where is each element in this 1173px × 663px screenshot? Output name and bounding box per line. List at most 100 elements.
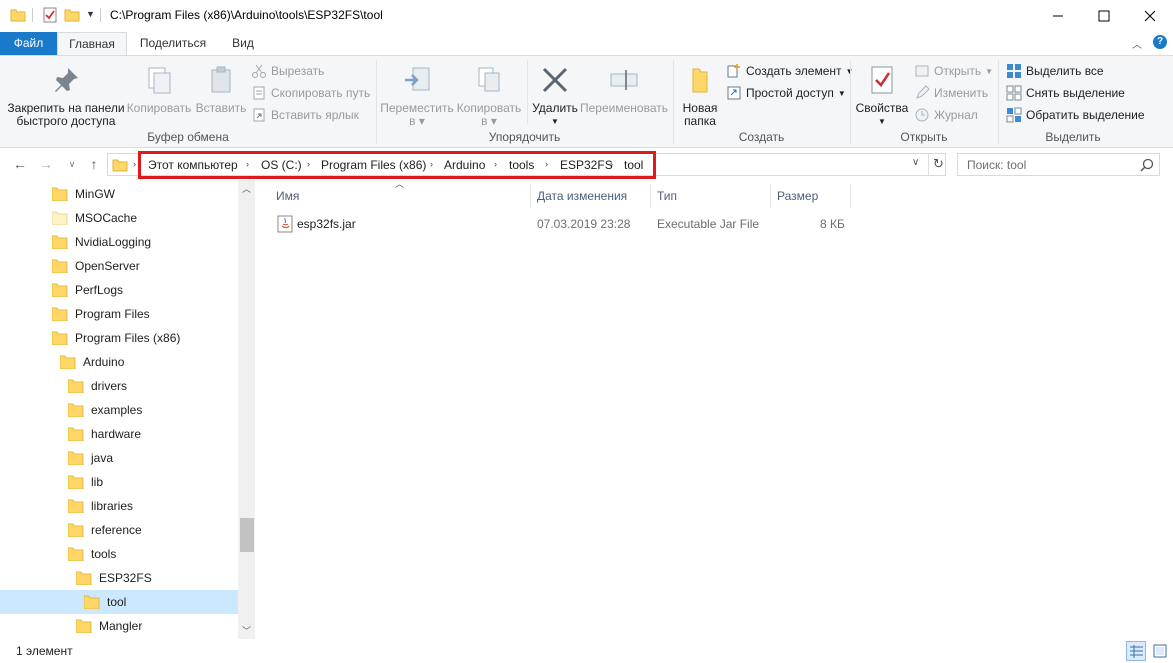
nav-item-msocache[interactable]: MSOCache (0, 206, 238, 230)
divider[interactable] (850, 184, 851, 208)
up-button[interactable]: ↑ (84, 154, 104, 174)
refresh-icon[interactable]: ↻ (933, 156, 944, 172)
maximize-button[interactable] (1081, 0, 1127, 32)
column-header-date[interactable]: Дата изменения (537, 184, 627, 208)
forward-button[interactable]: → (36, 154, 56, 174)
file-list: ︿ Имя Дата изменения Тип Размер esp32fs.… (256, 179, 1173, 639)
nav-item-java[interactable]: java (0, 446, 238, 470)
nav-item-esp32fs[interactable]: ESP32FS (0, 566, 238, 590)
select-none-button[interactable]: Снять выделение (1006, 83, 1125, 103)
new-folder-button[interactable]: Новая папка (678, 60, 722, 128)
divider (32, 8, 33, 22)
nav-item-hardware[interactable]: hardware (0, 422, 238, 446)
nav-item-arduino[interactable]: Arduino (0, 350, 238, 374)
properties-quick-icon[interactable] (42, 7, 58, 26)
close-icon (1144, 10, 1156, 22)
divider[interactable] (530, 184, 531, 208)
nav-item-tool[interactable]: tool (0, 590, 238, 614)
paste-shortcut-button[interactable]: Вставить ярлык (251, 105, 359, 125)
nav-item-program-files[interactable]: Program Files (0, 302, 238, 326)
tab-share[interactable]: Поделиться (130, 32, 216, 55)
cut-button[interactable]: Вырезать (251, 61, 324, 81)
details-view-button[interactable] (1126, 641, 1146, 661)
large-icons-view-button[interactable] (1150, 641, 1170, 661)
history-icon (915, 108, 929, 122)
nav-item-reference[interactable]: reference (0, 518, 238, 542)
properties-button[interactable]: Свойства ▼ (855, 60, 909, 128)
history-button[interactable]: Журнал (914, 105, 978, 125)
navigation-pane: MinGW MSOCache NvidiaLogging OpenServer … (0, 180, 256, 639)
nav-item-drivers[interactable]: drivers (0, 374, 238, 398)
scroll-up-icon[interactable]: ︿ (242, 182, 251, 195)
copy-to-icon (478, 67, 500, 92)
file-name: esp32fs.jar (297, 217, 356, 231)
nav-item-examples[interactable]: examples (0, 398, 238, 422)
file-size: 8 КБ (820, 217, 845, 231)
divider[interactable] (770, 184, 771, 208)
up-arrow-icon: ↑ (90, 156, 98, 172)
nav-item-nvidialogging[interactable]: NvidiaLogging (0, 230, 238, 254)
address-highlight-annotation (138, 151, 656, 179)
maximize-icon (1098, 10, 1110, 22)
nav-item-mingw[interactable]: MinGW (0, 182, 238, 206)
title-bar: ▼ C:\Program Files (x86)\Arduino\tools\E… (0, 0, 1173, 32)
rename-button[interactable]: Переименовать (580, 60, 668, 115)
delete-button[interactable]: Удалить ▼ (530, 60, 580, 128)
nav-item-program-files-x86[interactable]: Program Files (x86) (0, 326, 238, 350)
file-type: Executable Jar File (657, 217, 760, 231)
nav-scrollbar[interactable]: ︿ ﹀ (238, 180, 255, 639)
window-title: C:\Program Files (x86)\Arduino\tools\ESP… (110, 8, 383, 22)
new-folder-quick-icon[interactable] (64, 7, 80, 26)
search-input[interactable]: Поиск: tool (957, 153, 1160, 176)
open-button[interactable]: Открыть ▼ (914, 61, 993, 81)
move-to-icon (405, 67, 430, 91)
address-dropdown-icon[interactable]: ∨ (912, 157, 919, 168)
pin-quick-access-button[interactable]: Закрепить на панели быстрого доступа (6, 60, 126, 128)
group-label-clipboard: Буфер обмена (147, 130, 229, 144)
tab-file[interactable]: Файл (0, 32, 57, 55)
select-all-button[interactable]: Выделить все (1006, 61, 1104, 81)
folder-icon (83, 595, 100, 610)
close-button[interactable] (1127, 0, 1173, 32)
folder-icon (10, 7, 26, 26)
status-bar: 1 элемент (0, 639, 1173, 663)
folder-icon (51, 211, 68, 226)
nav-item-openserver[interactable]: OpenServer (0, 254, 238, 278)
divider (928, 154, 929, 175)
folder-icon (51, 283, 68, 298)
new-item-button[interactable]: Создать элемент ▼ (726, 61, 853, 81)
minimize-button[interactable] (1035, 0, 1081, 32)
nav-item-mangler[interactable]: Mangler (0, 614, 238, 638)
copy-path-button[interactable]: Скопировать путь (251, 83, 370, 103)
back-button[interactable]: ← (10, 154, 30, 174)
properties-icon (871, 66, 893, 94)
column-header-size[interactable]: Размер (777, 184, 818, 208)
tab-view[interactable]: Вид (220, 32, 266, 55)
move-to-button[interactable]: Переместить в ▾ (380, 60, 454, 128)
edit-button[interactable]: Изменить (914, 83, 988, 103)
nav-item-perflogs[interactable]: PerfLogs (0, 278, 238, 302)
copy-button[interactable]: Копировать (126, 60, 192, 115)
column-header-type[interactable]: Тип (657, 184, 677, 208)
collapse-ribbon-icon[interactable]: ︿ (1132, 36, 1142, 51)
nav-item-lib[interactable]: lib (0, 470, 238, 494)
tab-home[interactable]: Главная (57, 32, 127, 56)
help-icon[interactable]: ? (1153, 35, 1167, 49)
edit-icon (916, 85, 930, 99)
customize-quick-access-icon[interactable]: ▼ (86, 9, 95, 19)
invert-selection-button[interactable]: Обратить выделение (1006, 105, 1145, 125)
divider[interactable] (650, 184, 651, 208)
copy-to-button[interactable]: Копировать в ▾ (454, 60, 524, 128)
nav-item-tools[interactable]: tools (0, 542, 238, 566)
recent-locations-button[interactable]: ∨ (62, 154, 82, 174)
folder-icon (112, 159, 128, 172)
nav-scrollbar-thumb[interactable] (240, 518, 254, 552)
paste-button[interactable]: Вставить (193, 60, 249, 115)
easy-access-button[interactable]: Простой доступ ▼ (726, 83, 846, 103)
scroll-down-icon[interactable]: ﹀ (242, 624, 251, 637)
clipboard-icon (211, 66, 231, 93)
column-header-name[interactable]: Имя (276, 184, 299, 208)
nav-item-libraries[interactable]: libraries (0, 494, 238, 518)
folder-icon (67, 499, 84, 514)
chevron-down-icon: ▼ (837, 88, 846, 98)
